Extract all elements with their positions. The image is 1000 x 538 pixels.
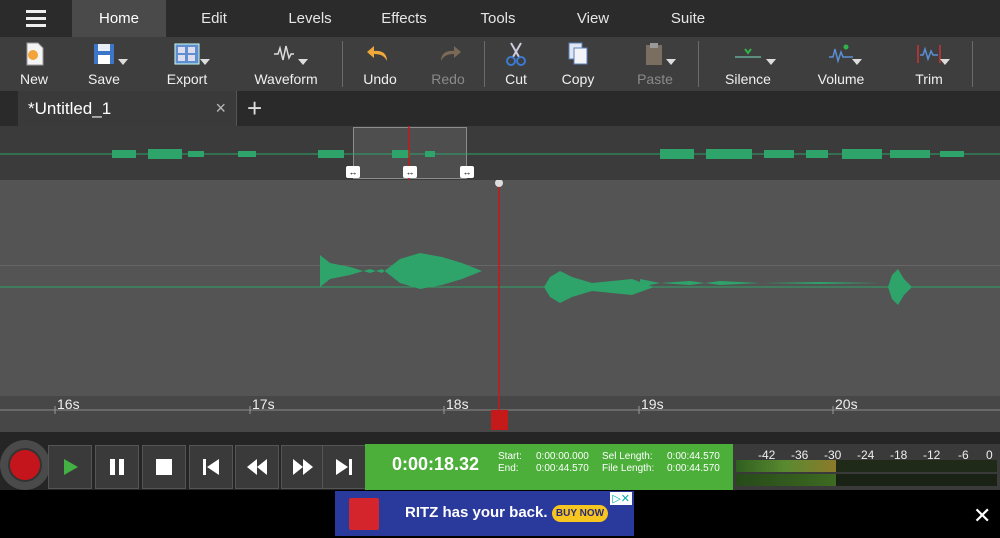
fast-forward-button[interactable] xyxy=(281,445,325,489)
time-ruler[interactable]: 16s 17s 18s 19s 20s xyxy=(0,396,1000,432)
copy-button[interactable]: Copy xyxy=(556,37,600,91)
ruler-ticks xyxy=(0,396,1000,430)
toolbar: New Save Export Waveform Undo Redo Cut C… xyxy=(0,37,1000,91)
tab-view[interactable]: View xyxy=(546,0,640,37)
document-tab[interactable]: *Untitled_1 × xyxy=(18,91,237,126)
tab-tools[interactable]: Tools xyxy=(450,0,546,37)
file-length-label: File Length: xyxy=(602,463,655,474)
toolbar-divider xyxy=(342,41,343,87)
waveform-button[interactable]: Waveform xyxy=(250,37,322,91)
play-button[interactable] xyxy=(48,445,92,489)
paste-dropdown-icon[interactable] xyxy=(666,59,676,65)
waveform-dropdown-icon[interactable] xyxy=(298,59,308,65)
save-label: Save xyxy=(88,71,120,87)
export-dropdown-icon[interactable] xyxy=(200,59,210,65)
sel-length-value: 0:00:44.570 xyxy=(667,451,720,462)
start-label: Start: xyxy=(498,451,522,462)
export-label: Export xyxy=(166,71,208,87)
waveform-label: Waveform xyxy=(254,71,318,87)
skip-to-start-button[interactable] xyxy=(189,445,233,489)
waveform-icon xyxy=(274,45,294,61)
undo-button[interactable]: Undo xyxy=(358,37,402,91)
sel-length-label: Sel Length: xyxy=(602,451,653,462)
close-ad-icon[interactable]: ✕ xyxy=(973,503,991,529)
new-label: New xyxy=(19,71,48,87)
silence-dropdown-icon[interactable] xyxy=(766,59,776,65)
skip-end-icon xyxy=(336,459,352,475)
tab-edit[interactable]: Edit xyxy=(166,0,262,37)
meter-bar-right xyxy=(736,474,997,486)
save-dropdown-icon[interactable] xyxy=(118,59,128,65)
start-value: 0:00:00.000 xyxy=(536,451,589,462)
overview-center-handle-icon[interactable]: ↔ xyxy=(403,166,417,178)
silence-icon xyxy=(735,48,761,58)
copy-label: Copy xyxy=(561,71,595,87)
paste-label: Paste xyxy=(637,71,673,87)
ritz-logo xyxy=(349,498,379,530)
skip-start-icon xyxy=(203,459,219,475)
pause-button[interactable] xyxy=(95,445,139,489)
record-button[interactable] xyxy=(0,440,50,490)
main-waveform-graph xyxy=(0,180,1000,396)
ad-banner[interactable]: RITZ has your back. BUY NOW ▷✕ xyxy=(335,491,634,536)
trim-dropdown-icon[interactable] xyxy=(940,59,950,65)
document-tab-title: *Untitled_1 xyxy=(28,99,112,118)
new-button[interactable]: New xyxy=(10,37,58,91)
scissors-icon xyxy=(506,42,526,66)
redo-label: Redo xyxy=(431,71,465,87)
toolbar-divider xyxy=(972,41,973,87)
ad-text: RITZ has your back. xyxy=(405,504,548,521)
new-file-icon xyxy=(26,42,44,66)
tab-home[interactable]: Home xyxy=(72,0,166,37)
fast-forward-icon xyxy=(293,459,313,475)
cut-label: Cut xyxy=(505,71,527,87)
meter-bar-left xyxy=(736,460,997,472)
time-panel: 0:00:18.32 Start: 0:00:00.000 End: 0:00:… xyxy=(365,444,733,490)
redo-icon xyxy=(441,46,461,61)
tab-suite[interactable]: Suite xyxy=(640,0,736,37)
overview-right-handle-icon[interactable]: ↔ xyxy=(460,166,474,178)
copy-icon xyxy=(568,42,588,65)
overview-waveform-graph xyxy=(0,126,1000,180)
tab-effects[interactable]: Effects xyxy=(358,0,450,37)
rewind-icon xyxy=(247,459,267,475)
cut-button[interactable]: Cut xyxy=(496,37,536,91)
toolbar-divider xyxy=(484,41,485,87)
level-meter: -42 -36 -30 -24 -18 -12 -6 0 xyxy=(733,444,1000,490)
file-length-value: 0:00:44.570 xyxy=(667,463,720,474)
redo-button[interactable]: Redo xyxy=(426,37,470,91)
hamburger-menu-icon[interactable] xyxy=(0,0,72,37)
adchoices-icon[interactable]: ▷✕ xyxy=(610,492,632,505)
rewind-button[interactable] xyxy=(235,445,279,489)
stop-button[interactable] xyxy=(142,445,186,489)
end-label: End: xyxy=(498,463,519,474)
silence-label: Silence xyxy=(725,71,771,87)
play-icon xyxy=(64,459,78,475)
add-tab-icon[interactable]: + xyxy=(247,93,262,123)
toolbar-divider xyxy=(698,41,699,87)
record-icon xyxy=(8,448,42,482)
stop-icon xyxy=(156,459,172,475)
ad-buy-button[interactable]: BUY NOW xyxy=(552,505,608,522)
overview-waveform[interactable] xyxy=(0,126,1000,180)
menu-bar: Home Edit Levels Effects Tools View Suit… xyxy=(0,0,1000,37)
end-value: 0:00:44.570 xyxy=(536,463,589,474)
volume-label: Volume xyxy=(817,71,865,87)
overview-left-handle-icon[interactable]: ↔ xyxy=(346,166,360,178)
undo-icon xyxy=(367,46,387,61)
volume-dropdown-icon[interactable] xyxy=(852,59,862,65)
save-icon xyxy=(94,44,114,64)
tab-levels[interactable]: Levels xyxy=(262,0,358,37)
undo-label: Undo xyxy=(363,71,397,87)
pause-icon xyxy=(110,459,124,475)
export-icon xyxy=(174,43,200,65)
current-time: 0:00:18.32 xyxy=(392,454,480,474)
document-tab-strip: *Untitled_1 × + xyxy=(0,91,1000,126)
trim-label: Trim xyxy=(915,71,943,87)
close-tab-icon[interactable]: × xyxy=(215,98,226,119)
skip-to-end-button[interactable] xyxy=(322,445,366,489)
